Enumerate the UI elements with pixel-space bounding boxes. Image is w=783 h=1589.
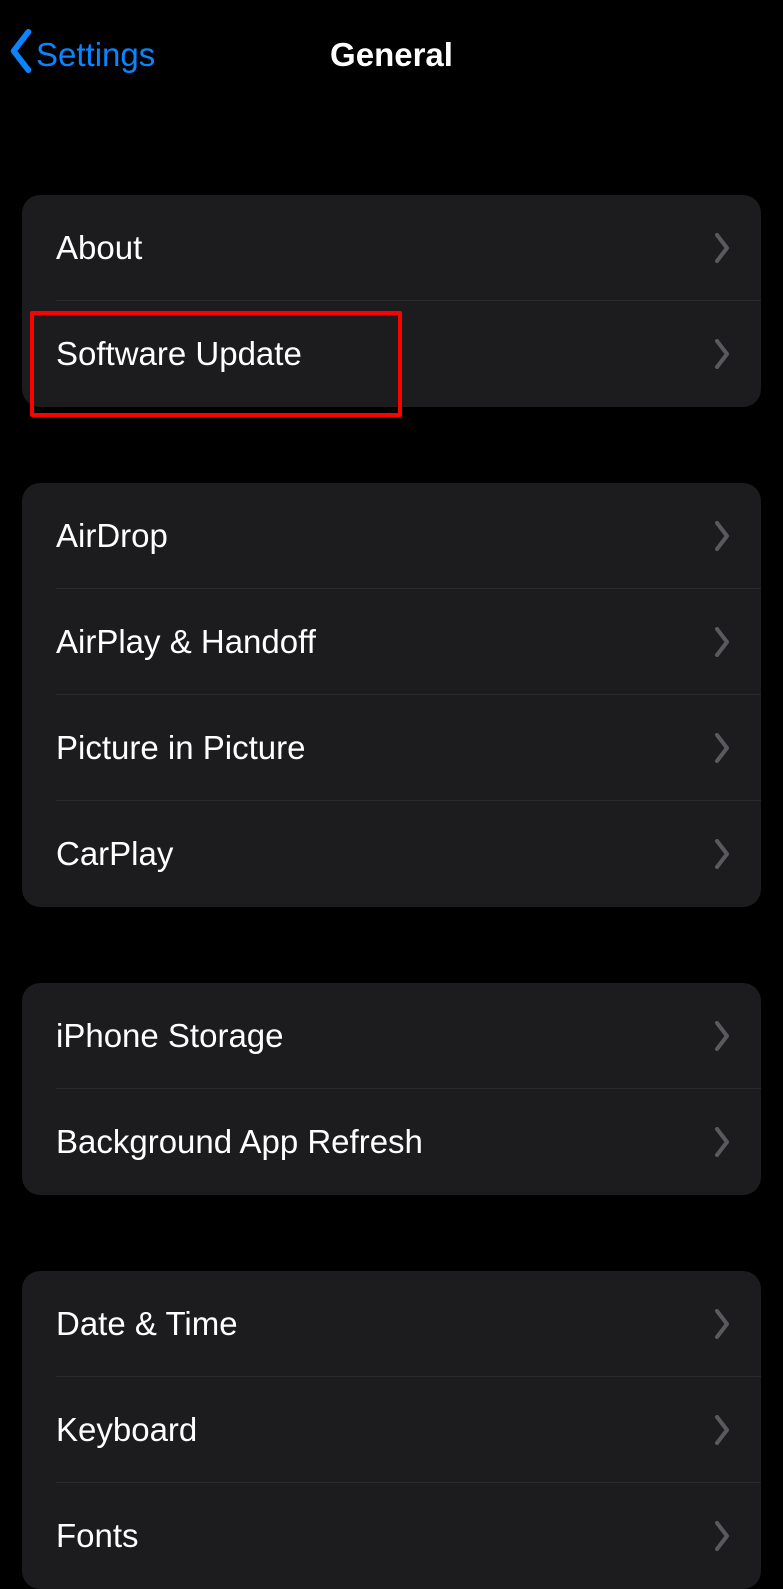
navbar: Settings General [0, 0, 783, 110]
row-label: Background App Refresh [56, 1123, 423, 1161]
row-fonts[interactable]: Fonts [22, 1483, 761, 1589]
back-button[interactable]: Settings [6, 29, 155, 81]
chevron-right-icon [713, 1415, 731, 1445]
row-background-app-refresh[interactable]: Background App Refresh [22, 1089, 761, 1195]
chevron-right-icon [713, 521, 731, 551]
row-label: iPhone Storage [56, 1017, 284, 1055]
row-label: CarPlay [56, 835, 173, 873]
page-title: General [330, 36, 453, 74]
row-carplay[interactable]: CarPlay [22, 801, 761, 907]
row-label: About [56, 229, 142, 267]
row-airplay-handoff[interactable]: AirPlay & Handoff [22, 589, 761, 695]
row-label: Picture in Picture [56, 729, 305, 767]
chevron-right-icon [713, 839, 731, 869]
row-iphone-storage[interactable]: iPhone Storage [22, 983, 761, 1089]
row-software-update[interactable]: Software Update [22, 301, 761, 407]
chevron-right-icon [713, 339, 731, 369]
chevron-right-icon [713, 1309, 731, 1339]
row-picture-in-picture[interactable]: Picture in Picture [22, 695, 761, 801]
chevron-right-icon [713, 627, 731, 657]
group-0: About Software Update [22, 195, 761, 407]
row-label: Keyboard [56, 1411, 197, 1449]
chevron-right-icon [713, 1021, 731, 1051]
row-label: AirPlay & Handoff [56, 623, 316, 661]
row-airdrop[interactable]: AirDrop [22, 483, 761, 589]
chevron-right-icon [713, 733, 731, 763]
row-label: Software Update [56, 335, 302, 373]
group-2: iPhone Storage Background App Refresh [22, 983, 761, 1195]
chevron-right-icon [713, 1521, 731, 1551]
group-3: Date & Time Keyboard Fonts [22, 1271, 761, 1589]
chevron-left-icon [6, 29, 36, 81]
row-label: Date & Time [56, 1305, 238, 1343]
back-label: Settings [36, 36, 155, 74]
chevron-right-icon [713, 1127, 731, 1157]
row-label: AirDrop [56, 517, 168, 555]
chevron-right-icon [713, 233, 731, 263]
row-about[interactable]: About [22, 195, 761, 301]
row-keyboard[interactable]: Keyboard [22, 1377, 761, 1483]
group-1: AirDrop AirPlay & Handoff Picture in Pic… [22, 483, 761, 907]
row-date-time[interactable]: Date & Time [22, 1271, 761, 1377]
content: About Software Update AirDrop AirPlay & … [0, 195, 783, 1589]
row-label: Fonts [56, 1517, 139, 1555]
